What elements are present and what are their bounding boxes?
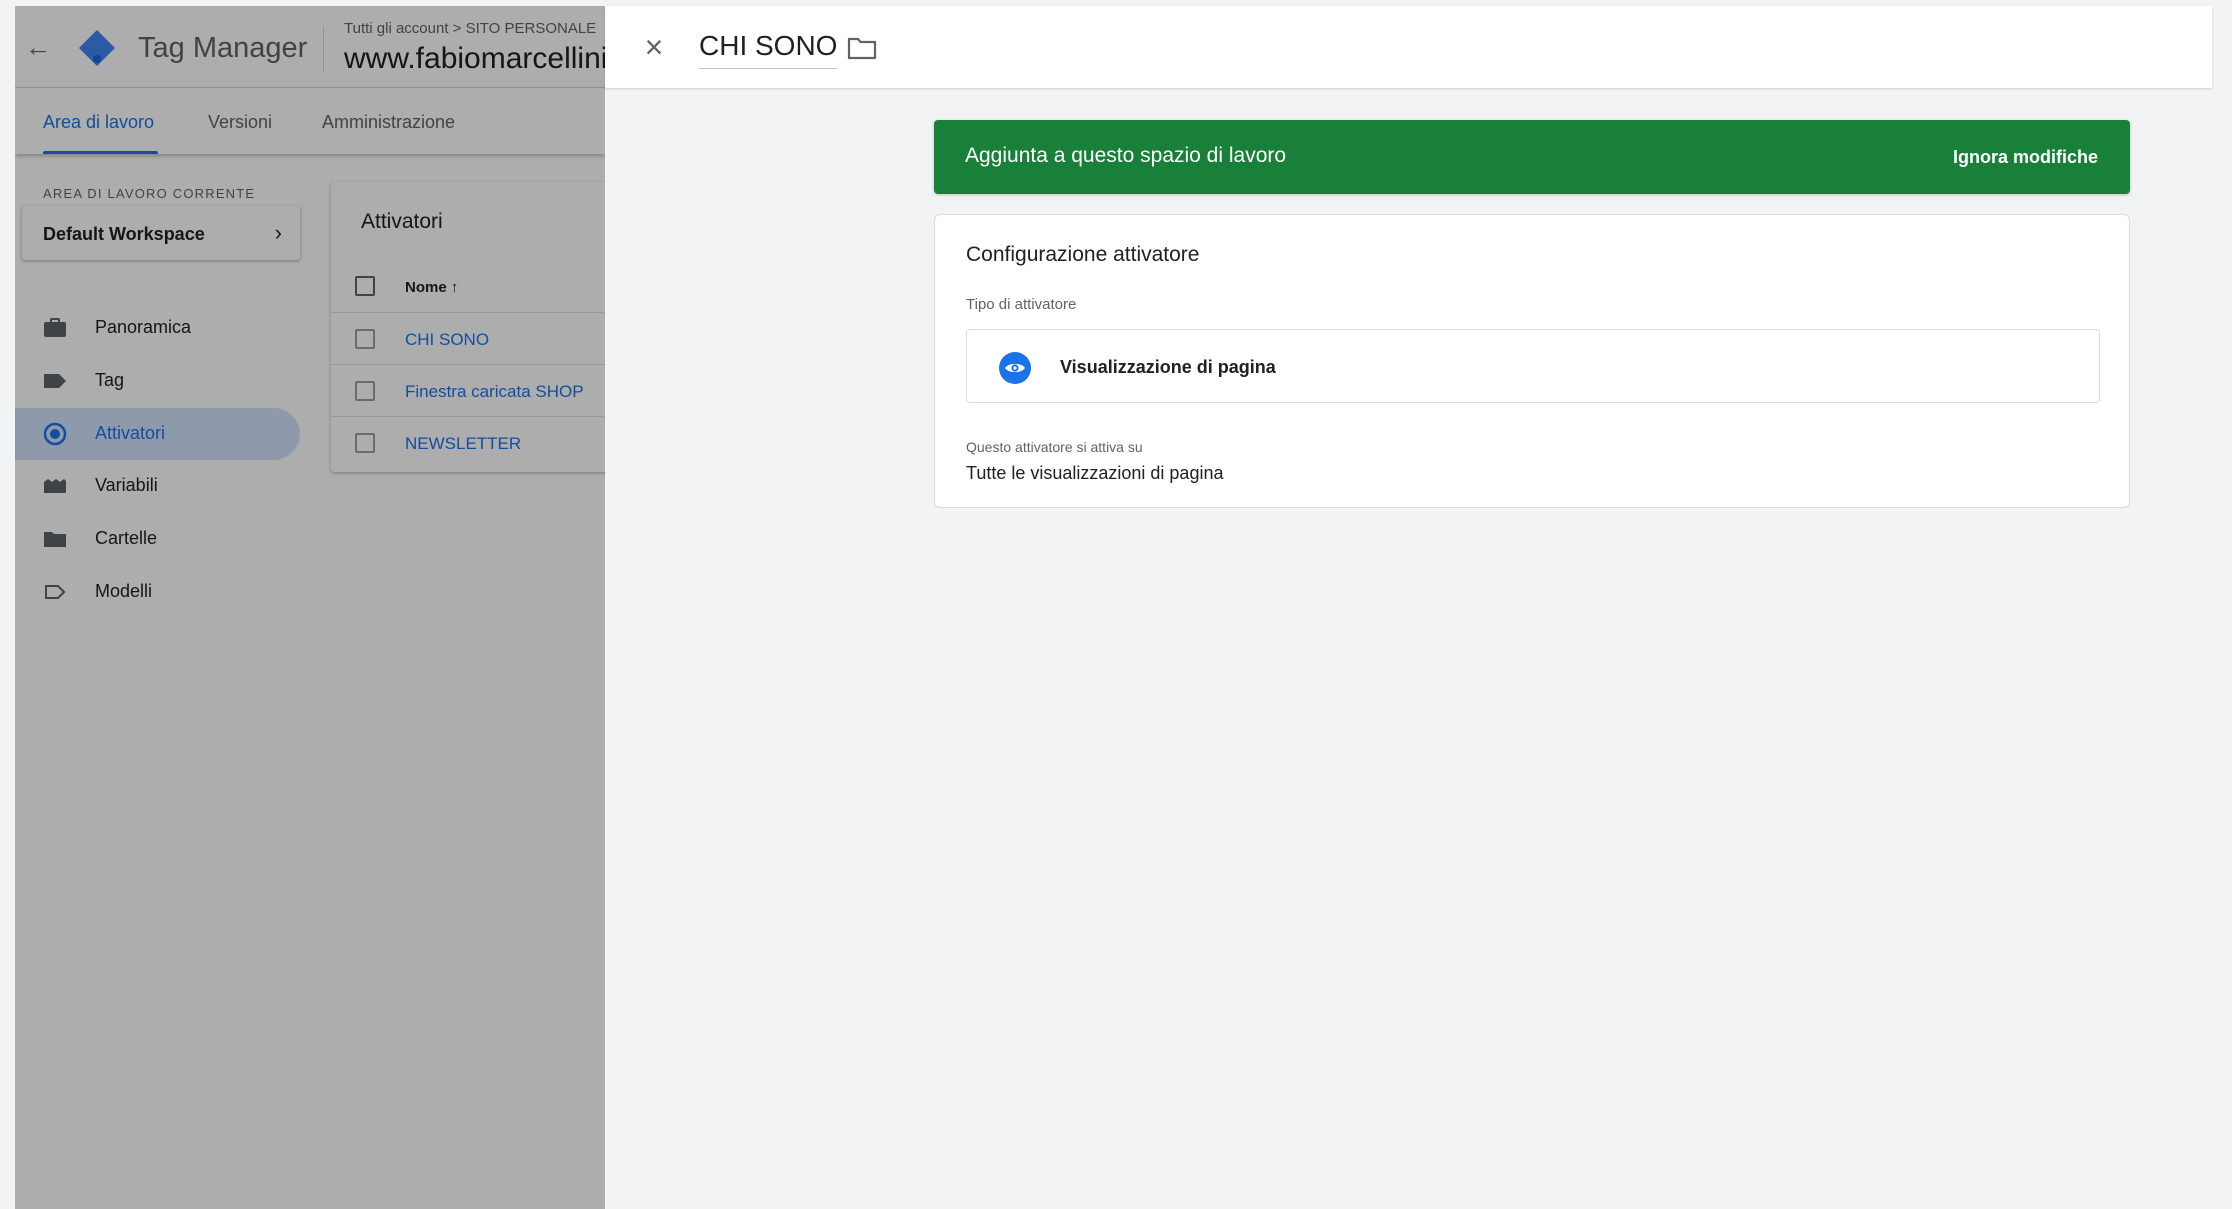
- card-title: Configurazione attivatore: [966, 243, 1200, 266]
- trigger-type-name: Visualizzazione di pagina: [1060, 357, 1276, 377]
- modal-scrim[interactable]: [15, 6, 605, 1209]
- banner-text: Aggiunta a questo spazio di lavoro: [965, 144, 1287, 167]
- workspace-status-banner: Aggiunta a questo spazio di lavoro Ignor…: [934, 120, 2130, 194]
- panel-header: × CHI SONO: [605, 6, 2212, 88]
- trigger-type-selector[interactable]: Visualizzazione di pagina: [966, 329, 2100, 403]
- eye-icon: [999, 352, 1031, 384]
- fires-on-label: Questo attivatore si attiva su: [966, 439, 1143, 455]
- folder-icon[interactable]: [847, 36, 877, 60]
- trigger-configuration-card: Configurazione attivatore Tipo di attiva…: [934, 214, 2130, 508]
- fires-on-value: Tutte le visualizzazioni di pagina: [966, 463, 1224, 483]
- discard-changes-button[interactable]: Ignora modifiche: [1953, 147, 2098, 168]
- trigger-detail-panel: × CHI SONO Aggiunta a questo spazio di l…: [605, 6, 2212, 1209]
- close-icon[interactable]: ×: [635, 28, 673, 66]
- trigger-type-label: Tipo di attivatore: [966, 296, 1077, 313]
- tag-manager-app: ← Tag Manager Tutti gli account > SITO P…: [15, 6, 605, 1209]
- trigger-name-title[interactable]: CHI SONO: [699, 30, 838, 69]
